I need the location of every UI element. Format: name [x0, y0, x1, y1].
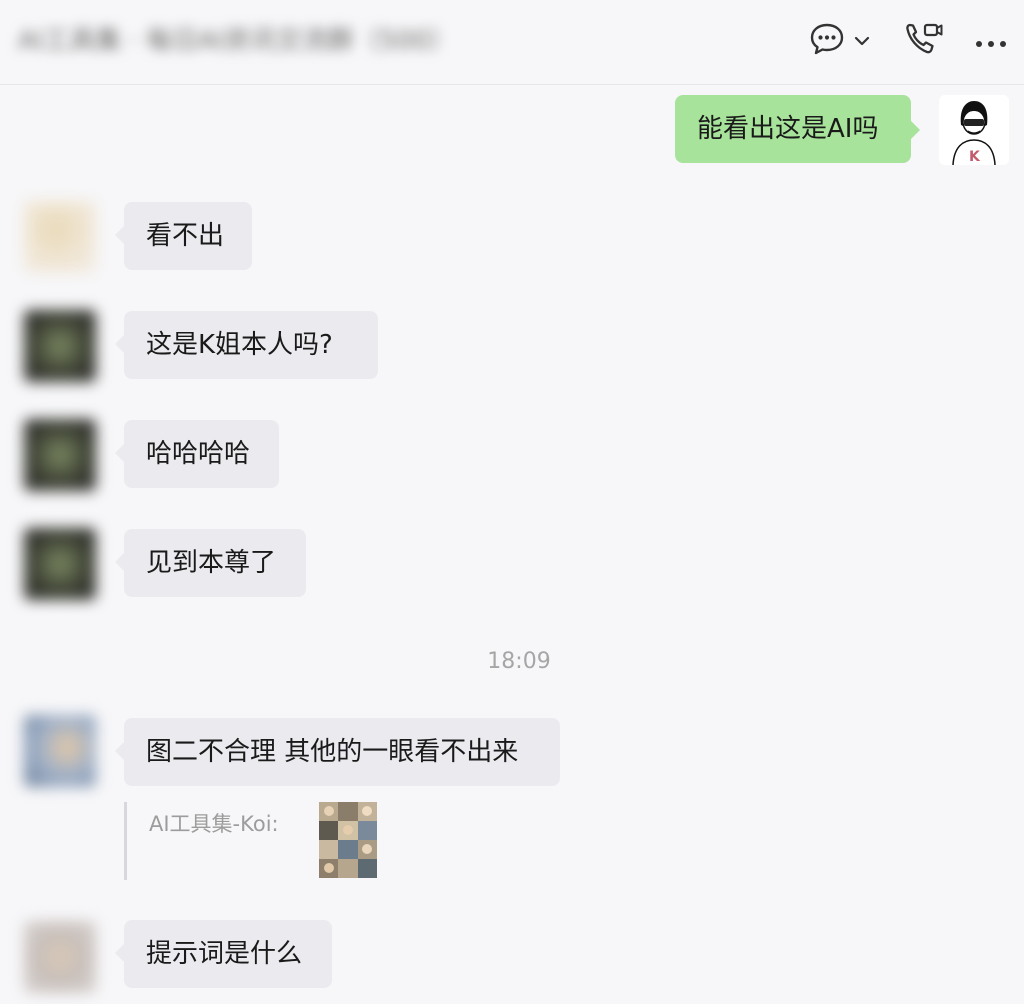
quoted-image-thumbnail[interactable] [319, 802, 377, 878]
chevron-down-icon[interactable] [854, 32, 870, 51]
self-avatar[interactable]: K [939, 95, 1009, 165]
avatar[interactable] [24, 419, 96, 491]
message-bubble-outgoing[interactable]: 能看出这是AI吗 [675, 95, 920, 163]
avatar-badge-letter: K [969, 149, 981, 165]
avatar[interactable] [24, 715, 96, 787]
chat-bubble-icon[interactable] [808, 20, 846, 62]
message-bubble-incoming[interactable]: 看不出 [115, 202, 252, 270]
video-call-icon[interactable] [904, 20, 944, 62]
quote-author-label: AI工具集-Koi: [149, 812, 279, 836]
more-icon[interactable] [974, 34, 1008, 53]
message-list[interactable]: 能看出这是AI吗 K 看不出 这是K姐本人吗? 哈哈哈哈 见到本尊了 18:09… [0, 85, 1024, 1004]
message-bubble-incoming[interactable]: 哈哈哈哈 [115, 420, 279, 488]
message-bubble-incoming[interactable]: 这是K姐本人吗? [115, 311, 378, 379]
chat-header: AI工具集 · 每日AI资讯交流群（500） [0, 0, 1024, 85]
message-bubble-incoming[interactable]: 提示词是什么 [115, 920, 332, 988]
avatar[interactable] [24, 528, 96, 600]
message-bubble-incoming[interactable]: 图二不合理 其他的一眼看不出来 [115, 718, 560, 786]
message-bubble-incoming[interactable]: 见到本尊了 [115, 529, 306, 597]
avatar[interactable] [24, 201, 96, 273]
message-timestamp: 18:09 [487, 649, 551, 674]
avatar[interactable] [24, 921, 96, 993]
avatar[interactable] [24, 310, 96, 382]
chat-title: AI工具集 · 每日AI资讯交流群（500） [18, 26, 456, 56]
quoted-reply[interactable]: AI工具集-Koi: [124, 802, 377, 880]
